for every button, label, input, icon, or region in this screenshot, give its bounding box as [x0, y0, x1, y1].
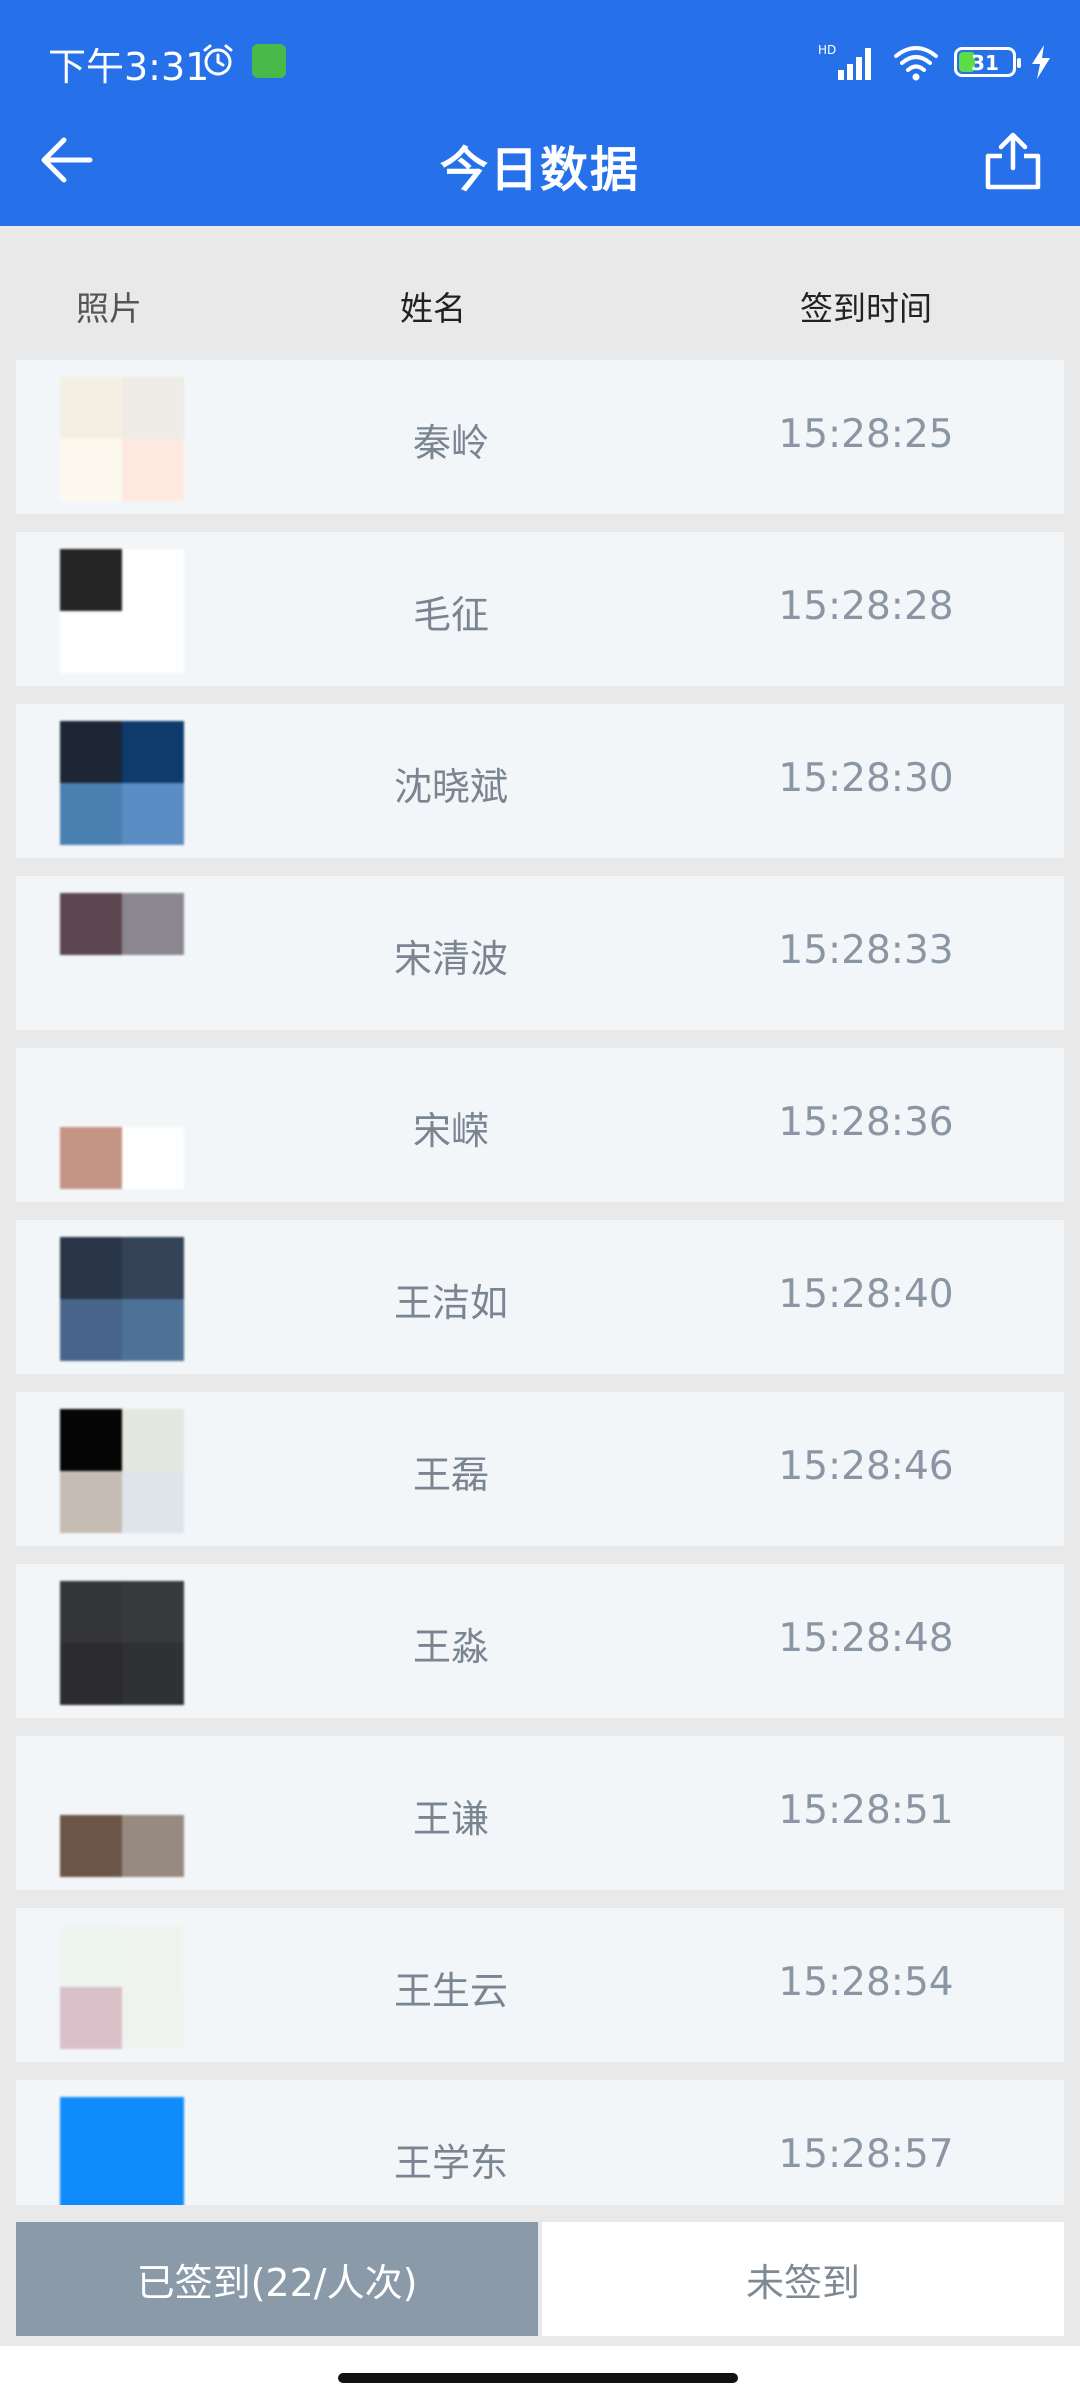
column-header-time: 签到时间 [800, 289, 932, 328]
avatar [60, 1925, 184, 2049]
checkin-time: 15:28:48 [778, 1616, 954, 1661]
avatar [60, 1237, 184, 1361]
checkin-time: 15:28:30 [778, 756, 954, 801]
tab-unsigned[interactable]: 未签到 [542, 2222, 1064, 2336]
checkin-time: 15:28:57 [778, 2132, 954, 2177]
app-notification-icon [252, 44, 286, 78]
checkin-time: 15:28:25 [778, 412, 954, 457]
avatar [60, 1065, 184, 1189]
avatar [60, 893, 184, 1017]
checkin-time: 15:28:54 [778, 1960, 954, 2005]
person-name: 王谦 [412, 1797, 489, 1841]
list-item[interactable]: 王淼 15:28:48 [16, 1564, 1064, 1718]
app-header: 今日数据 [0, 120, 1080, 226]
avatar [60, 1753, 184, 1877]
status-bar: 下午3:31 HD 31 [0, 0, 1080, 120]
person-name: 毛征 [412, 593, 489, 637]
tab-signed[interactable]: 已签到(22/人次) [16, 2222, 538, 2336]
list-item[interactable]: 毛征 15:28:28 [16, 532, 1064, 686]
network-type: HD [818, 43, 836, 57]
avatar [60, 377, 184, 501]
list-item[interactable]: 王磊 15:28:46 [16, 1392, 1064, 1546]
checkin-time: 15:28:33 [778, 928, 954, 973]
avatar [60, 549, 184, 673]
list-item[interactable]: 王谦 15:28:51 [16, 1736, 1064, 1890]
signal-icon: HD [818, 43, 871, 80]
person-name: 王生云 [393, 1969, 508, 2013]
avatar [60, 2097, 184, 2205]
list-item[interactable]: 王学东 15:28:57 [16, 2080, 1064, 2205]
person-name: 沈晓斌 [393, 765, 508, 809]
list-item[interactable]: 宋清波 15:28:33 [16, 876, 1064, 1030]
wifi-icon [894, 46, 938, 81]
person-name: 王洁如 [393, 1281, 508, 1325]
checkin-time: 15:28:40 [778, 1272, 954, 1317]
status-time: 下午3:31 [48, 45, 210, 89]
column-header-photo: 照片 [76, 289, 142, 328]
status-right: HD 31 [818, 40, 1052, 84]
checkin-time: 15:28:51 [778, 1788, 954, 1833]
person-name: 宋清波 [393, 937, 508, 981]
bottom-tabs: 已签到(22/人次) 未签到 [16, 2222, 1064, 2336]
list-item[interactable]: 沈晓斌 15:28:30 [16, 704, 1064, 858]
column-headers: 照片 姓名 签到时间 [0, 226, 1080, 360]
alarm-icon [203, 44, 233, 76]
list-item[interactable]: 王生云 15:28:54 [16, 1908, 1064, 2062]
charging-icon [1032, 45, 1050, 79]
checkin-time: 15:28:36 [778, 1100, 954, 1145]
home-indicator[interactable] [338, 2373, 738, 2383]
person-name: 宋嵘 [412, 1109, 489, 1153]
battery-icon: 31 [954, 47, 1021, 77]
checkin-time: 15:28:28 [778, 584, 954, 629]
checkin-time: 15:28:46 [778, 1444, 954, 1489]
share-button[interactable] [982, 130, 1044, 192]
top-bar: 下午3:31 HD 31 今日数据 [0, 0, 1080, 226]
list-item[interactable]: 王洁如 15:28:40 [16, 1220, 1064, 1374]
person-name: 秦岭 [412, 421, 489, 465]
person-name: 王磊 [412, 1453, 489, 1497]
avatar [60, 721, 184, 845]
battery-percent: 31 [971, 51, 999, 75]
list-item[interactable]: 宋嵘 15:28:36 [16, 1048, 1064, 1202]
checkin-list[interactable]: 秦岭 15:28:25 毛征 15:28:28 沈晓斌 15:28:30 宋清波 15:28:… [16, 360, 1064, 2205]
column-header-name: 姓名 [400, 289, 466, 328]
page-title: 今日数据 [439, 142, 640, 198]
list-item[interactable]: 秦岭 15:28:25 [16, 360, 1064, 514]
avatar [60, 1581, 184, 1705]
person-name: 王学东 [393, 2141, 508, 2185]
avatar [60, 1409, 184, 1533]
person-name: 王淼 [412, 1625, 489, 1669]
